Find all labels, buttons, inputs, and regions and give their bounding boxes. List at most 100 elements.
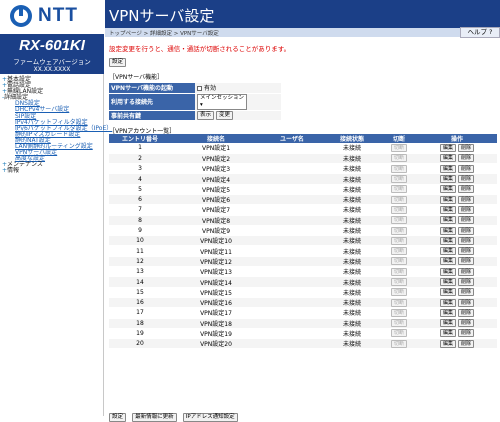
delete-button[interactable]: 削除 — [457, 226, 474, 235]
disconnect-button[interactable]: 切断 — [390, 267, 407, 276]
disconnect-button[interactable]: 切断 — [390, 257, 407, 266]
edit-button[interactable]: 編集 — [440, 236, 457, 245]
connection-target-select[interactable]: メインセッション ▾ — [197, 93, 247, 110]
disconnect-button[interactable]: 切断 — [390, 247, 407, 256]
disconnect-button[interactable]: 切断 — [390, 226, 407, 235]
edit-button[interactable]: 編集 — [440, 278, 457, 286]
firmware-label: ファームウェアバージョン — [13, 58, 91, 66]
delete-button[interactable]: 削除 — [457, 257, 474, 266]
table-row: 7 VPN設定7 未接続 切断 編集 削除 — [109, 204, 497, 216]
disconnect-button[interactable]: 切断 — [390, 339, 407, 348]
disconnect-button[interactable]: 切断 — [390, 154, 407, 163]
connection-name: VPN設定5 — [171, 184, 261, 195]
disconnect-button[interactable]: 切断 — [390, 216, 407, 225]
edit-button[interactable]: 編集 — [440, 175, 457, 184]
disconnect-button[interactable]: 切断 — [390, 195, 407, 204]
delete-button[interactable]: 削除 — [457, 195, 474, 204]
brand-logo-text: NTT — [38, 5, 78, 26]
delete-button[interactable]: 削除 — [457, 154, 474, 163]
edit-button[interactable]: 編集 — [440, 164, 457, 173]
edit-button[interactable]: 編集 — [440, 298, 457, 307]
delete-button[interactable]: 削除 — [457, 298, 474, 307]
edit-button[interactable]: 編集 — [440, 226, 457, 235]
delete-button[interactable]: 削除 — [457, 247, 474, 256]
col-status: 接続状態 — [323, 134, 381, 143]
main-content: VPNサーバ設定 トップページ > 詳細設定 > VPNサーバ設定 ヘルプ ? … — [105, 0, 500, 422]
delete-button[interactable]: 削除 — [457, 175, 474, 184]
chevron-down-icon: ▾ — [200, 101, 203, 108]
disconnect-button[interactable]: 切断 — [390, 236, 407, 245]
username — [261, 287, 323, 298]
disconnect-button[interactable]: 切断 — [390, 175, 407, 184]
set-button-top[interactable]: 設定 — [109, 58, 127, 67]
delete-button[interactable]: 削除 — [457, 329, 474, 338]
edit-button[interactable]: 編集 — [440, 185, 457, 194]
connection-status: 未接続 — [323, 338, 381, 350]
edit-button[interactable]: 編集 — [440, 308, 457, 317]
ip-notify-button[interactable]: IPアドレス通知設定 — [182, 413, 238, 422]
disconnect-button[interactable]: 切断 — [390, 329, 407, 338]
sidebar-item[interactable]: +情報 — [2, 168, 112, 174]
delete-button[interactable]: 削除 — [457, 339, 474, 348]
delete-button[interactable]: 削除 — [457, 236, 474, 245]
device-info: RX-601KI ファームウェアバージョン XX.XX.XXXX — [0, 34, 104, 74]
sidebar-menu: +基本設定 +電話設定 +無線LAN設定 -詳細設定 DNS設定 DHCPv4サーバ設定 S… — [2, 76, 112, 175]
disconnect-button[interactable]: 切断 — [390, 288, 407, 297]
col-operation: 操作 — [417, 134, 497, 143]
edit-button[interactable]: 編集 — [440, 288, 457, 297]
edit-button[interactable]: 編集 — [440, 195, 457, 204]
connection-name: VPN設定17 — [171, 307, 261, 319]
delete-button[interactable]: 削除 — [457, 143, 474, 152]
table-row: 13 VPN設定13 未接続 切断 編集 削除 — [109, 266, 497, 278]
disconnect-button[interactable]: 切断 — [390, 205, 407, 214]
edit-button[interactable]: 編集 — [440, 257, 457, 266]
delete-button[interactable]: 削除 — [457, 185, 474, 194]
table-row: 16 VPN設定16 未接続 切断 編集 削除 — [109, 297, 497, 309]
col-username: ユーザ名 — [261, 134, 323, 143]
connection-status: 未接続 — [323, 204, 381, 216]
vpn-enable-checkbox[interactable] — [197, 86, 202, 92]
edit-button[interactable]: 編集 — [440, 154, 457, 163]
refresh-button[interactable]: 最新情報に更新 — [132, 413, 177, 422]
edit-button[interactable]: 編集 — [440, 319, 457, 328]
delete-button[interactable]: 削除 — [457, 319, 474, 328]
entry-number: 15 — [109, 287, 171, 298]
connection-target-label: 利用する接続先 — [109, 93, 195, 111]
delete-button[interactable]: 削除 — [457, 288, 474, 297]
username — [261, 184, 323, 195]
table-row: 19 VPN設定19 未接続 切断 編集 削除 — [109, 328, 497, 340]
username — [261, 235, 323, 247]
connection-name: VPN設定2 — [171, 153, 261, 165]
delete-button[interactable]: 削除 — [457, 164, 474, 173]
disconnect-button[interactable]: 切断 — [390, 278, 407, 286]
table-row: 20 VPN設定20 未接続 切断 編集 削除 — [109, 338, 497, 350]
entry-number: 6 — [109, 194, 171, 206]
delete-button[interactable]: 削除 — [457, 267, 474, 276]
entry-number: 12 — [109, 256, 171, 268]
edit-button[interactable]: 編集 — [440, 329, 457, 338]
disconnect-button[interactable]: 切断 — [390, 319, 407, 328]
delete-button[interactable]: 削除 — [457, 308, 474, 317]
logo-area: NTT — [0, 0, 104, 34]
delete-button[interactable]: 削除 — [457, 278, 474, 286]
delete-button[interactable]: 削除 — [457, 216, 474, 225]
set-button[interactable]: 設定 — [109, 413, 127, 422]
delete-button[interactable]: 削除 — [457, 205, 474, 214]
disconnect-button[interactable]: 切断 — [390, 185, 407, 194]
entry-number: 2 — [109, 153, 171, 165]
edit-button[interactable]: 編集 — [440, 339, 457, 348]
edit-button[interactable]: 編集 — [440, 216, 457, 225]
preshared-key-label: 事前共有鍵 — [109, 110, 195, 121]
edit-button[interactable]: 編集 — [440, 247, 457, 256]
edit-button[interactable]: 編集 — [440, 205, 457, 214]
help-button[interactable]: ヘルプ ? — [460, 27, 500, 38]
disconnect-button[interactable]: 切断 — [390, 308, 407, 317]
edit-button[interactable]: 編集 — [440, 143, 457, 152]
edit-button[interactable]: 編集 — [440, 267, 457, 276]
disconnect-button[interactable]: 切断 — [390, 298, 407, 307]
change-key-button[interactable]: 変更 — [215, 110, 233, 120]
connection-name: VPN設定19 — [171, 328, 261, 340]
disconnect-button[interactable]: 切断 — [390, 164, 407, 173]
show-key-button[interactable]: 表示 — [197, 110, 215, 120]
disconnect-button[interactable]: 切断 — [390, 143, 407, 152]
